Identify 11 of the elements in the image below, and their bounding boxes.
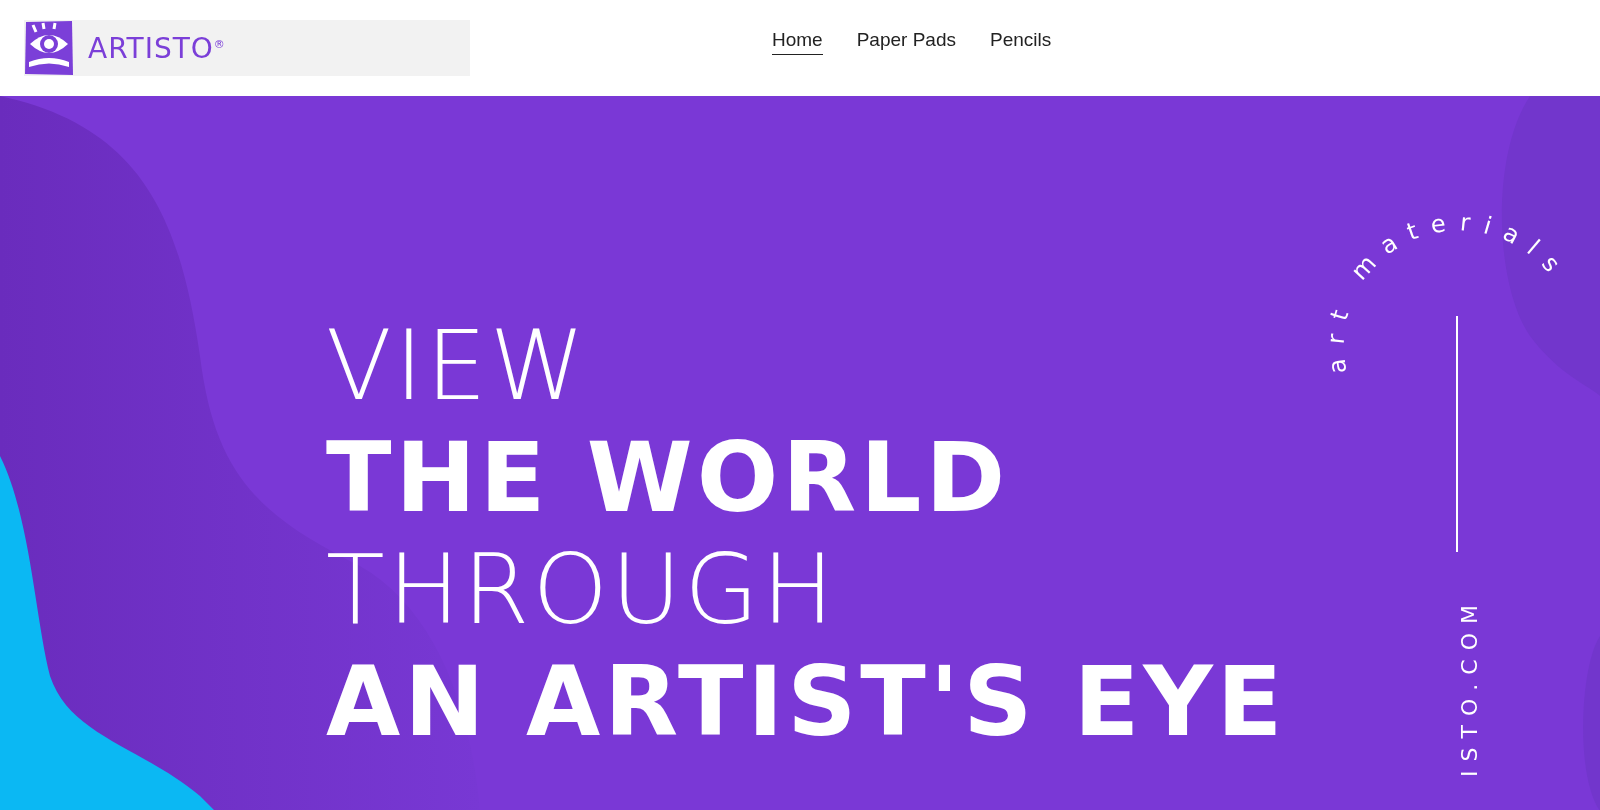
nav-link[interactable]: Home bbox=[772, 29, 823, 55]
headline-text: THROUGH bbox=[326, 534, 837, 646]
headline-text: VIEW bbox=[326, 310, 588, 422]
eye-logo-icon bbox=[24, 20, 74, 76]
nav-link[interactable]: Paper Pads bbox=[856, 29, 956, 55]
headline-text: THE WORLD bbox=[326, 422, 1010, 534]
vertical-text: ISTO.COM bbox=[1457, 596, 1482, 777]
brand-name: ARTISTO$^{®}$ bbox=[88, 31, 226, 65]
logo[interactable]: ARTISTO$^{®}$ bbox=[24, 20, 470, 76]
headline-text: AN ARTIST'S EYE bbox=[326, 646, 1287, 758]
nav-link[interactable]: Pencils bbox=[990, 29, 1052, 55]
